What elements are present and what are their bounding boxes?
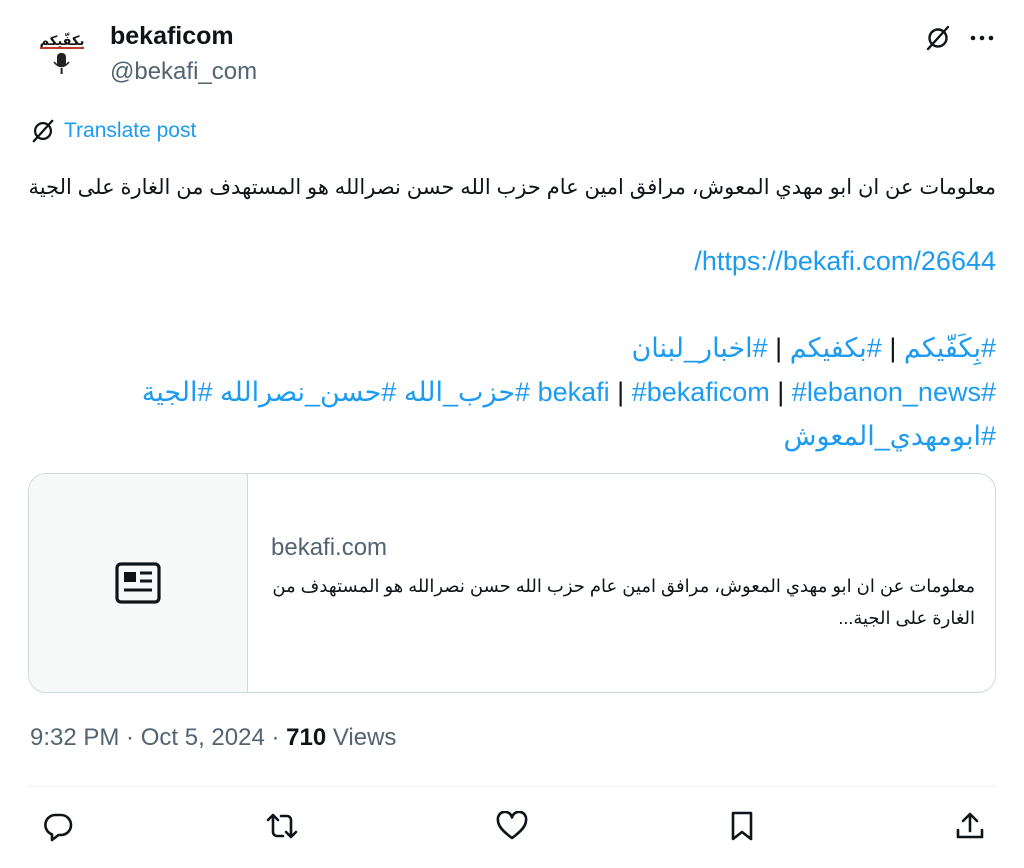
post-link[interactable]: https://bekafi.com/26644/	[694, 246, 996, 277]
link-preview-card[interactable]: bekafi.com معلومات عن ان ابو مهدي المعوش…	[28, 473, 996, 693]
translate-post-button[interactable]: Translate post	[30, 118, 196, 144]
hashtags-line-3: #ابومهدي_المعوش	[16, 414, 996, 458]
separator: |	[769, 377, 792, 407]
avatar[interactable]: بكفّيكم	[30, 20, 94, 84]
divider	[28, 786, 996, 787]
hashtag[interactable]: #ابومهدي_المعوش	[784, 421, 996, 451]
repost-icon[interactable]	[262, 806, 302, 846]
views-label: Views	[326, 724, 397, 751]
post-time[interactable]: 9:32 PM	[30, 724, 119, 752]
translate-label: Translate post	[64, 119, 197, 142]
like-icon[interactable]	[492, 806, 532, 846]
bookmark-icon[interactable]	[722, 806, 762, 846]
reply-icon[interactable]	[38, 806, 78, 846]
separator: |	[881, 333, 904, 363]
hashtag[interactable]: #حسن_نصرالله	[220, 377, 396, 407]
hashtags-line-1: #بِكَفّيكم | #بكفيكم | #اخبار_لبنان	[16, 326, 996, 370]
author-name[interactable]: bekaficom	[110, 22, 234, 51]
more-icon[interactable]	[966, 22, 998, 54]
bekafi-logo: بكفّيكم	[40, 32, 85, 74]
hashtag[interactable]: #اخبار_لبنان	[631, 333, 767, 363]
hashtag[interactable]: #حزب_الله	[404, 377, 530, 407]
hashtag[interactable]: #بِكَفّيكم	[904, 333, 996, 363]
hashtag[interactable]: #lebanon_news	[792, 377, 981, 407]
card-domain: bekafi.com	[271, 534, 388, 561]
hashtags-line-2: #bekafi | #bekaficom | #lebanon_news #حز…	[16, 370, 996, 414]
card-description: معلومات عن ان ابو مهدي المعوش، مرافق امي…	[272, 576, 975, 628]
post-meta: 9:32 PM · Oct 5, 2024 · 710 Views	[30, 724, 396, 752]
hashtag[interactable]: #bekaficom	[632, 377, 770, 407]
separator: |	[609, 377, 632, 407]
article-icon	[115, 562, 161, 604]
grok-translate-icon	[32, 119, 54, 143]
grok-icon[interactable]	[922, 22, 954, 54]
meta-separator: ·	[264, 724, 287, 751]
separator: |	[767, 333, 790, 363]
hashtags: #بِكَفّيكم | #بكفيكم | #اخبار_لبنان #bek…	[16, 326, 996, 458]
svg-text:بكفّيكم: بكفّيكم	[40, 32, 85, 49]
post-date[interactable]: Oct 5, 2024	[141, 724, 265, 752]
views-count: 710	[286, 724, 327, 751]
hashtag[interactable]: #الجية	[142, 377, 213, 407]
card-thumbnail	[29, 474, 248, 692]
hashtag[interactable]: #بكفيكم	[790, 333, 882, 363]
share-icon[interactable]	[950, 806, 990, 846]
author-handle[interactable]: @bekafi_com	[110, 58, 257, 86]
meta-separator: ·	[119, 724, 141, 751]
post-text: معلومات عن ان ابو مهدي المعوش، مرافق امي…	[28, 176, 996, 199]
